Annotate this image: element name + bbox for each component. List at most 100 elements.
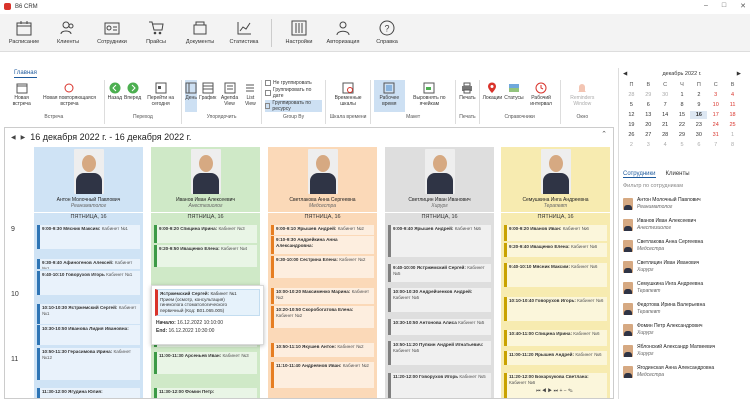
no-grouping-option[interactable]: Не группировать xyxy=(265,80,322,86)
scheduler-nav-controls[interactable]: ⏮ ◀ ▶ ⏭ + − ✎ xyxy=(536,388,573,394)
calendar-day[interactable]: 20 xyxy=(640,121,657,129)
calendar-day[interactable]: 22 xyxy=(674,121,691,129)
nav-help-button[interactable]: ? Справка xyxy=(367,16,407,49)
calendar-day[interactable]: 2 xyxy=(690,91,707,99)
day-view-button[interactable]: День xyxy=(185,80,198,112)
calendar-next-icon[interactable]: ▶ xyxy=(737,71,741,77)
tab-employees[interactable]: Сотрудники xyxy=(623,171,656,178)
employee-list-item[interactable]: Светлакова Анна Сергеевна Медсестра xyxy=(619,235,747,256)
appointment[interactable]: 10:40-11:00 Спицина Ирина: Кабинет №6 xyxy=(504,330,607,346)
calendar-day[interactable]: 4 xyxy=(657,141,674,149)
appointment[interactable]: 9:30-9:40 Афиногенов Алексей: Кабинет №1 xyxy=(37,259,140,269)
calendar-day[interactable]: 3 xyxy=(707,91,724,99)
appointment[interactable]: 11:30-12:00 Фомин Петр: xyxy=(154,388,257,398)
calendar-day[interactable]: 17 xyxy=(707,111,724,119)
calendar-prev-icon[interactable]: ◀ xyxy=(623,71,627,77)
employee-list-item[interactable]: Федотова Ирина Валерьевна Терапевт xyxy=(619,298,747,319)
timeline-view-button[interactable]: График xyxy=(199,80,216,112)
appointments-area[interactable]: 9:00-9:40 Ярышев Андрей: Кабинет №5 9:40-… xyxy=(385,225,494,398)
employee-list-item[interactable]: Светлицин Иван Иванович Хирург xyxy=(619,256,747,277)
nav-auth-button[interactable]: Авторизация xyxy=(323,16,363,49)
calendar-day[interactable]: 8 xyxy=(674,101,691,109)
appointment[interactable]: 9:10-9:30 Андрейкина Анна Александровна: xyxy=(271,236,374,254)
calendar-day[interactable]: 16 xyxy=(690,111,708,119)
calendar-day[interactable]: 6 xyxy=(690,141,707,149)
nav-staff-button[interactable]: Сотрудники xyxy=(92,16,132,49)
print-button[interactable]: Печать xyxy=(459,80,476,112)
appointments-area[interactable]: 9:00-9:30 Мясник Максим: Кабинет №1 9:30-… xyxy=(34,225,143,398)
calendar-day[interactable]: 21 xyxy=(657,121,674,129)
appointment[interactable]: 11:20-12:00 Бокарчукова Светлана: Кабине… xyxy=(504,373,607,398)
employee-list-item[interactable]: Яблонский Александр Матвеевич Хирург xyxy=(619,340,747,361)
appointment[interactable]: 9:20-9:40 Иващенко Елена: Кабинет №6 xyxy=(504,243,607,257)
employee-list-item[interactable]: Семушкина Инга Андреевна Терапевт xyxy=(619,277,747,298)
appointments-area[interactable]: 9:00-9:10 Ярышев Андрей: Кабинет №2 9:10-… xyxy=(268,225,377,398)
prev-period-arrow-icon[interactable]: ◀ xyxy=(11,134,16,141)
appointment[interactable]: 10:50-11:10 Якушев Антон: Кабинет №2 xyxy=(271,343,374,357)
employee-filter-input[interactable]: Фильтр по сотрудникам xyxy=(623,183,683,189)
calendar-day[interactable]: 28 xyxy=(657,131,674,139)
calendar-day[interactable]: 1 xyxy=(724,131,741,139)
agenda-view-button[interactable]: Agenda View xyxy=(218,80,240,112)
calendar-day[interactable]: 15 xyxy=(674,111,691,119)
calendar-day[interactable]: 13 xyxy=(640,111,657,119)
calendar-day[interactable]: 8 xyxy=(724,141,741,149)
employee-list-item[interactable]: Ягодинская Анна Александровна Медсестра xyxy=(619,361,747,382)
appointment[interactable]: 10:50-11:30 Герасимова Ирина: Кабинет №1… xyxy=(37,348,140,380)
employee-list-item[interactable]: Антон Молочный Павлович Реаниматолог xyxy=(619,193,747,214)
calendar-day[interactable]: 6 xyxy=(640,101,657,109)
appointment[interactable]: 10:00-10:20 Максименко Марина: Кабинет №… xyxy=(271,288,374,304)
reminders-window-button[interactable]: Reminders Window xyxy=(564,80,601,112)
calendar-day[interactable]: 10 xyxy=(707,101,724,109)
group-by-date-option[interactable]: Группировать по дате xyxy=(265,87,322,99)
nav-prices-button[interactable]: Прайсы xyxy=(136,16,176,49)
snap-to-cells-button[interactable]: Выровнять по ячейкам xyxy=(407,80,453,112)
nav-documents-button[interactable]: Документы xyxy=(180,16,220,49)
appointment[interactable]: 10:00-10:30 Андрейченков Андрей: Кабинет… xyxy=(388,288,491,312)
appointment[interactable]: 10:20-10:50 Скоробогатова Елена: Кабинет… xyxy=(271,306,374,328)
appointment[interactable]: 11:30-12:00 Ягудина Юлия: xyxy=(37,388,140,398)
calendar-day[interactable]: 12 xyxy=(623,111,640,119)
maximize-button[interactable]: □ xyxy=(722,2,726,10)
appointments-area[interactable]: 9:00-9:20 Иванов Иван: Кабинет №6 9:20-9:… xyxy=(501,225,610,398)
calendar-day[interactable]: 18 xyxy=(724,111,741,119)
calendar-day[interactable]: 24 xyxy=(707,121,724,129)
appointment[interactable]: 9:40-10:00 Ястржемский Сергей: Кабинет №… xyxy=(388,264,491,282)
chevron-up-icon[interactable]: ⌃ xyxy=(601,130,607,138)
minimize-button[interactable]: – xyxy=(704,2,708,10)
calendar-day[interactable]: 1 xyxy=(674,91,691,99)
nav-statistics-button[interactable]: Статистика xyxy=(224,16,264,49)
appointment[interactable]: 10:30-10:50 Антонова Алиса Кабинет №5 xyxy=(388,319,491,335)
back-button[interactable]: Назад xyxy=(108,80,122,112)
calendar-day[interactable]: 29 xyxy=(640,91,657,99)
goto-today-button[interactable]: Перейти на сегодня xyxy=(143,80,178,112)
nav-schedule-button[interactable]: Расписание xyxy=(4,16,44,49)
appointment[interactable]: 11:00-11:20 Ярышев Андрей: Кабинет №6 xyxy=(504,351,607,365)
appointment[interactable]: 10:10-10:40 Говорухов Игорь: Кабинет №6 xyxy=(504,297,607,321)
nav-clients-button[interactable]: Клиенты xyxy=(48,16,88,49)
appointment[interactable]: 10:10-10:30 Ястржемский Сергей: Кабинет … xyxy=(37,304,140,324)
calendar-day[interactable]: 4 xyxy=(724,91,741,99)
calendar-day[interactable]: 27 xyxy=(640,131,657,139)
calendar-day[interactable]: 25 xyxy=(724,121,741,129)
calendar-day[interactable]: 23 xyxy=(690,121,707,129)
nav-settings-button[interactable]: Настройки xyxy=(279,16,319,49)
calendar-day[interactable]: 29 xyxy=(674,131,691,139)
new-appointment-button[interactable]: Новая встреча xyxy=(7,80,36,112)
close-button[interactable]: ✕ xyxy=(740,2,746,10)
calendar-day[interactable]: 5 xyxy=(674,141,691,149)
calendar-day[interactable]: 7 xyxy=(707,141,724,149)
appointment[interactable]: 10:30-10:50 Иванова Лидия Ивановна: xyxy=(37,325,140,345)
calendar-day[interactable]: 3 xyxy=(640,141,657,149)
calendar-day[interactable]: 31 xyxy=(707,131,724,139)
new-recurring-appointment-button[interactable]: Новая повторяющаяся встреча xyxy=(38,80,100,112)
employee-list-item[interactable]: Иванов Иван Алексеевич Анестезиолог xyxy=(619,214,747,235)
appointment[interactable]: 9:00-9:30 Мясник Максим: Кабинет №1 xyxy=(37,225,140,249)
appointment[interactable]: 11:00-11:30 Арсеньев Иван: Кабинет №3 xyxy=(154,352,257,374)
locations-button[interactable]: Локации xyxy=(483,80,502,112)
ribbon-tab-home[interactable]: Главная xyxy=(14,70,37,78)
calendar-day[interactable]: 19 xyxy=(623,121,640,129)
statuses-button[interactable]: Статусы xyxy=(504,80,524,112)
appointment[interactable]: 11:20-12:00 Говорухов Игорь Кабинет №5 xyxy=(388,373,491,398)
next-period-arrow-icon[interactable]: ▶ xyxy=(21,134,26,141)
